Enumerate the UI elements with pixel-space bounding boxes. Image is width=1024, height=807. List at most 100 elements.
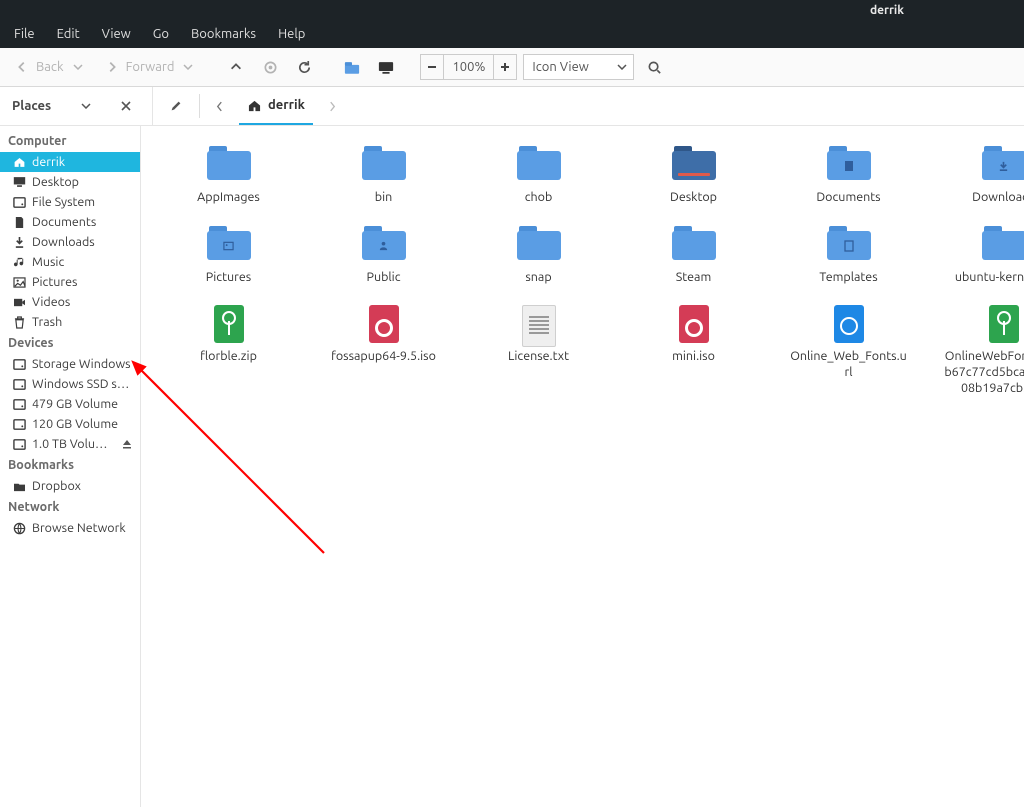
- menu-file[interactable]: File: [4, 23, 45, 45]
- sidebar-item[interactable]: Videos: [0, 292, 140, 312]
- archive-icon: [207, 305, 251, 341]
- file-tile[interactable]: Pictures: [161, 226, 296, 286]
- sidebar-item[interactable]: derrik: [0, 152, 140, 172]
- sidebar-section-header: Devices: [0, 332, 140, 354]
- file-tile[interactable]: License.txt: [471, 305, 606, 396]
- stop-button[interactable]: [256, 55, 284, 79]
- up-button[interactable]: [222, 55, 250, 79]
- breadcrumb-next-button[interactable]: [323, 92, 342, 120]
- disc-image-icon: [362, 305, 406, 341]
- file-tile[interactable]: Online_Web_Fonts.url: [781, 305, 916, 396]
- sidebar-item-label: Dropbox: [32, 479, 81, 493]
- file-tile[interactable]: ubuntu-kernel-de: [936, 226, 1024, 286]
- sidebar-item[interactable]: 479 GB Volume: [0, 394, 140, 414]
- zoom-in-button[interactable]: [493, 55, 516, 79]
- folder-icon: [12, 479, 26, 493]
- main-area: ComputerderrikDesktopFile SystemDocument…: [0, 126, 1024, 807]
- file-tile[interactable]: Templates: [781, 226, 916, 286]
- sidebar-item[interactable]: Windows SSD sto…: [0, 374, 140, 394]
- sidebar-item-label: Storage Windows: [32, 357, 131, 371]
- menu-bar: File Edit View Go Bookmarks Help: [0, 20, 1024, 48]
- sidebar-item-label: Windows SSD sto…: [32, 377, 132, 391]
- file-tile[interactable]: fossapup64-9.5.iso: [316, 305, 451, 396]
- sidebar-item[interactable]: File System: [0, 192, 140, 212]
- menu-edit[interactable]: Edit: [47, 23, 90, 45]
- places-dropdown-button[interactable]: [81, 103, 91, 109]
- file-label: License.txt: [508, 349, 569, 365]
- viewmode-dropdown[interactable]: Icon View: [523, 54, 634, 80]
- folder-icon: [517, 146, 561, 182]
- sidebar-item-label: 120 GB Volume: [32, 417, 118, 431]
- disk-icon: [12, 377, 26, 391]
- file-tile[interactable]: AppImages: [161, 146, 296, 206]
- places-close-button[interactable]: [121, 101, 131, 111]
- zoom-out-button[interactable]: [421, 55, 444, 79]
- sidebar-item[interactable]: Music: [0, 252, 140, 272]
- file-label: mini.iso: [672, 349, 715, 365]
- sidebar-item-label: derrik: [32, 155, 65, 169]
- file-tile[interactable]: bin: [316, 146, 451, 206]
- folder-icon: [207, 146, 251, 182]
- back-button[interactable]: Back: [8, 55, 92, 79]
- window-title: derrik: [870, 4, 904, 17]
- forward-label: Forward: [126, 60, 175, 74]
- file-tile[interactable]: florble.zip: [161, 305, 296, 396]
- sidebar-item[interactable]: Desktop: [0, 172, 140, 192]
- file-label: bin: [375, 190, 393, 206]
- sidebar-item[interactable]: 120 GB Volume: [0, 414, 140, 434]
- sidebar-item[interactable]: Browse Network: [0, 518, 140, 538]
- menu-bookmarks[interactable]: Bookmarks: [181, 23, 266, 45]
- sidebar-item[interactable]: Downloads: [0, 232, 140, 252]
- sidebar-item[interactable]: Pictures: [0, 272, 140, 292]
- reload-icon: [296, 59, 312, 75]
- file-label: Pictures: [206, 270, 251, 286]
- computer-icon: [378, 59, 394, 75]
- sidebar-item[interactable]: Trash: [0, 312, 140, 332]
- sidebar: ComputerderrikDesktopFile SystemDocument…: [0, 126, 141, 807]
- toolbar: Back Forward: [0, 48, 1024, 87]
- breadcrumb-current[interactable]: derrik: [239, 87, 313, 125]
- file-tile[interactable]: chob: [471, 146, 606, 206]
- search-button[interactable]: [640, 55, 668, 79]
- edit-path-button[interactable]: [163, 92, 189, 120]
- eject-icon[interactable]: [122, 439, 132, 449]
- file-tile[interactable]: Steam: [626, 226, 761, 286]
- sidebar-item[interactable]: Documents: [0, 212, 140, 232]
- disk-icon: [12, 397, 26, 411]
- folder-icon: [827, 226, 871, 262]
- file-tile[interactable]: Documents: [781, 146, 916, 206]
- file-tile[interactable]: snap: [471, 226, 606, 286]
- stop-icon: [262, 59, 278, 75]
- folder-icon: [672, 146, 716, 182]
- documents-icon: [12, 215, 26, 229]
- file-tile[interactable]: Desktop: [626, 146, 761, 206]
- file-label: chob: [525, 190, 553, 206]
- home-button[interactable]: [338, 55, 366, 79]
- content-area[interactable]: AppImages bin chob Desktop Documents Download…: [141, 126, 1024, 807]
- folder-icon: [827, 146, 871, 182]
- folder-icon: [672, 226, 716, 262]
- file-tile[interactable]: Downloads: [936, 146, 1024, 206]
- file-tile[interactable]: OnlineWebFonts_COb67c77cd5bca8cd8.108b19…: [936, 305, 1024, 396]
- sidebar-section-header: Bookmarks: [0, 454, 140, 476]
- file-label: snap: [525, 270, 551, 286]
- file-tile[interactable]: mini.iso: [626, 305, 761, 396]
- menu-go[interactable]: Go: [143, 23, 179, 45]
- forward-button[interactable]: Forward: [98, 55, 203, 79]
- file-label: Steam: [676, 270, 712, 286]
- file-tile[interactable]: Public: [316, 226, 451, 286]
- sidebar-item[interactable]: Storage Windows: [0, 354, 140, 374]
- menu-help[interactable]: Help: [268, 23, 315, 45]
- computer-button[interactable]: [372, 55, 400, 79]
- file-label: florble.zip: [200, 349, 257, 365]
- breadcrumb-prev-button[interactable]: [210, 92, 229, 120]
- reload-button[interactable]: [290, 55, 318, 79]
- menu-view[interactable]: View: [92, 23, 141, 45]
- downloads-icon: [12, 235, 26, 249]
- arrow-up-icon: [228, 59, 244, 75]
- sidebar-item[interactable]: 1.0 TB Volu…: [0, 434, 140, 454]
- desktop-icon: [12, 175, 26, 189]
- sidebar-item[interactable]: Dropbox: [0, 476, 140, 496]
- home-icon: [344, 59, 360, 75]
- folder-icon: [517, 226, 561, 262]
